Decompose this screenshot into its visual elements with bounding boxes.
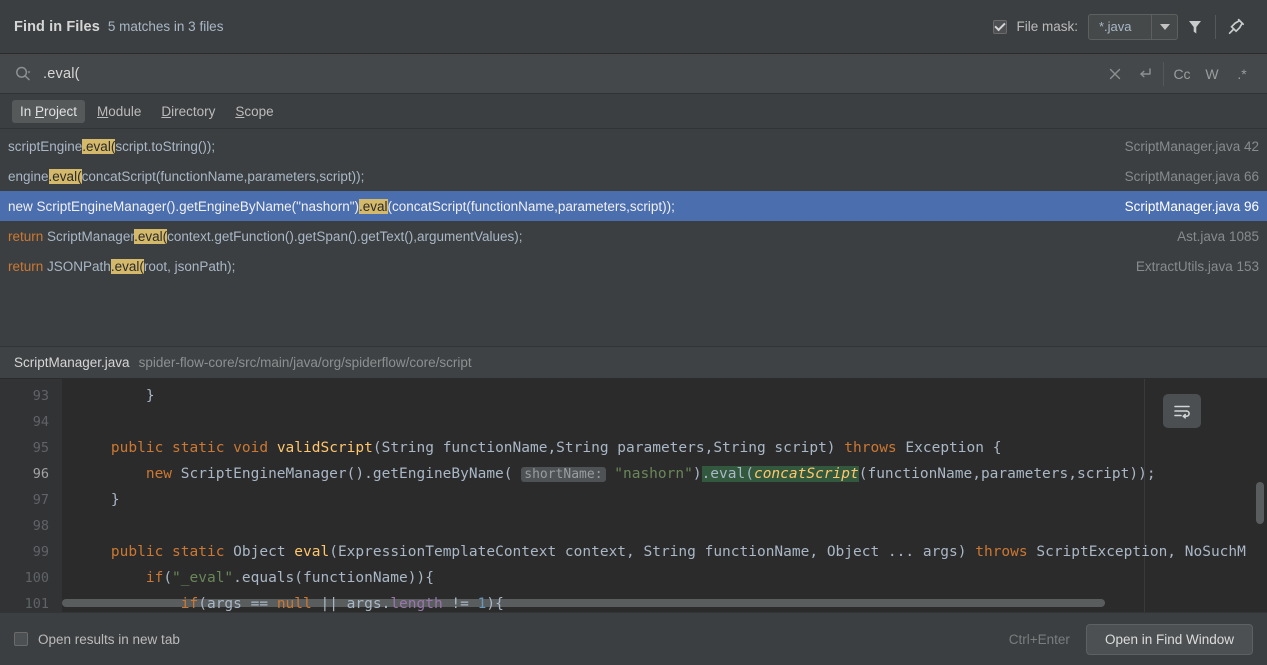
line-content: } (145, 388, 155, 404)
line-number: 98 (32, 518, 49, 534)
line-number: 94 (32, 414, 49, 430)
table-row[interactable]: return JSONPath.eval(root, jsonPath); Ex… (0, 251, 1267, 281)
table-row[interactable]: new ScriptEngineManager().getEngineByNam… (0, 191, 1267, 221)
line-content: public static Object eval(ExpressionTemp… (110, 544, 1246, 560)
file-mask-checkbox[interactable] (993, 19, 1008, 34)
file-mask-value[interactable]: *.java (1089, 15, 1151, 39)
search-divider (1163, 61, 1164, 86)
footer-actions: Ctrl+Enter Open in Find Window (1008, 623, 1253, 655)
line-number: 96 (32, 466, 49, 482)
line-content: } (110, 492, 120, 508)
parameter-hint: shortName: (521, 467, 606, 482)
page-title: Find in Files (14, 18, 100, 35)
line-number: 99 (32, 544, 49, 560)
preview-header: ScriptManager.java spider-flow-core/src/… (0, 346, 1267, 379)
code-line: 97 } (0, 487, 1267, 513)
results-list[interactable]: scriptEngine.eval(script.toString()); Sc… (0, 129, 1267, 346)
shortcut-hint: Ctrl+Enter (1008, 631, 1070, 647)
line-number: 97 (32, 492, 49, 508)
toolbar-divider (1215, 14, 1216, 39)
editor-vertical-scrollbar[interactable] (1256, 482, 1264, 524)
titlebar-actions: File mask: *.java (993, 10, 1253, 44)
result-code: return JSONPath.eval(root, jsonPath); (8, 258, 236, 274)
code-preview[interactable]: 93 } 94 95 public static void validScrip… (0, 379, 1267, 612)
preview-file-path: spider-flow-core/src/main/java/org/spide… (138, 355, 472, 370)
result-code: return ScriptManager.eval(context.getFun… (8, 228, 523, 244)
return-icon[interactable] (1130, 59, 1160, 89)
code-line: 93 } (0, 383, 1267, 409)
code-line: 99 public static Object eval(ExpressionT… (0, 539, 1267, 565)
table-row[interactable]: return ScriptManager.eval(context.getFun… (0, 221, 1267, 251)
soft-wrap-icon[interactable] (1163, 394, 1201, 428)
open-in-find-window-button[interactable]: Open in Find Window (1085, 623, 1253, 655)
close-icon[interactable] (1100, 59, 1130, 89)
scope-tab-in-project[interactable]: In Project (12, 99, 86, 123)
search-icon[interactable] (10, 65, 36, 83)
whole-words-toggle[interactable]: W (1197, 59, 1227, 89)
regex-toggle[interactable]: .* (1227, 59, 1257, 89)
result-file: ScriptManager.java 96 (1124, 198, 1259, 214)
chevron-down-icon[interactable] (1151, 14, 1177, 39)
line-number: 93 (32, 388, 49, 404)
code-line: 98 (0, 513, 1267, 539)
code-line: 96 new ScriptEngineManager().getEngineBy… (0, 461, 1267, 487)
result-file: ExtractUtils.java 153 (1135, 258, 1259, 274)
scope-tabs: In Project Module Directory Scope (0, 94, 1267, 129)
file-mask-combo[interactable]: *.java (1088, 13, 1178, 40)
scope-tab-scope[interactable]: Scope (227, 100, 281, 123)
file-mask-label: File mask: (1016, 19, 1078, 34)
line-content: if(args == null || args.length != 1){ (180, 596, 504, 612)
table-row[interactable]: engine.eval(concatScript(functionName,pa… (0, 161, 1267, 191)
result-file: Ast.java 1085 (1177, 228, 1259, 244)
find-in-files-dialog: Find in Files 5 matches in 3 files File … (0, 0, 1267, 665)
result-code: new ScriptEngineManager().getEngineByNam… (8, 198, 675, 214)
filter-icon[interactable] (1178, 10, 1212, 44)
line-number: 101 (24, 596, 49, 612)
result-code: engine.eval(concatScript(functionName,pa… (8, 168, 365, 184)
line-number: 95 (32, 440, 49, 456)
code-lines: 93 } 94 95 public static void validScrip… (0, 379, 1267, 612)
table-row[interactable]: scriptEngine.eval(script.toString()); Sc… (0, 131, 1267, 161)
line-content: if("_eval".equals(functionName)){ (145, 570, 434, 586)
search-input[interactable]: .eval( (36, 66, 1100, 82)
match-case-toggle[interactable]: Cc (1167, 59, 1197, 89)
dialog-titlebar: Find in Files 5 matches in 3 files File … (0, 0, 1267, 54)
code-line: 95 public static void validScript(String… (0, 435, 1267, 461)
code-line: 100 if("_eval".equals(functionName)){ (0, 565, 1267, 591)
line-content: public static void validScript(String fu… (110, 440, 1002, 456)
search-actions: Cc W .* (1100, 59, 1257, 89)
scope-tab-module[interactable]: Module (89, 100, 149, 123)
pin-icon[interactable] (1219, 10, 1253, 44)
open-results-new-tab-label: Open results in new tab (38, 631, 180, 647)
result-file: ScriptManager.java 42 (1124, 138, 1259, 154)
result-file: ScriptManager.java 66 (1124, 168, 1259, 184)
open-results-new-tab-checkbox[interactable] (14, 632, 28, 646)
line-number: 100 (24, 570, 49, 586)
code-line: 94 (0, 409, 1267, 435)
dialog-footer: Open results in new tab Ctrl+Enter Open … (0, 612, 1267, 665)
result-code: scriptEngine.eval(script.toString()); (8, 138, 216, 154)
match-highlight: .eval(concatScript (701, 466, 859, 482)
scope-tab-directory[interactable]: Directory (153, 100, 223, 123)
search-bar: .eval( Cc W .* (0, 54, 1267, 94)
preview-file-name: ScriptManager.java (14, 355, 130, 370)
line-content: new ScriptEngineManager().getEngineByNam… (145, 466, 1156, 482)
match-summary: 5 matches in 3 files (107, 19, 224, 34)
